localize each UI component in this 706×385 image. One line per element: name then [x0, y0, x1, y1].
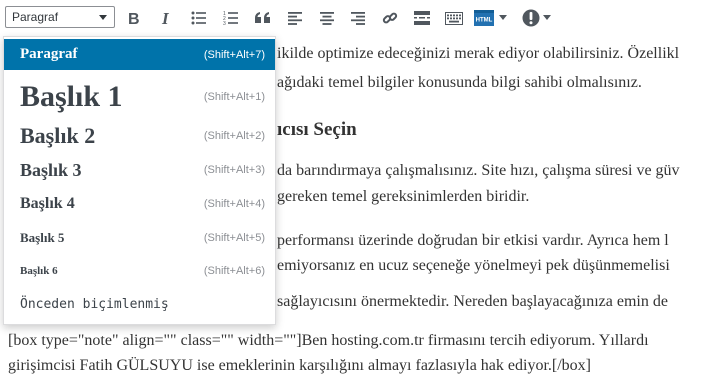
menu-item-label: Önceden biçimlenmiş: [20, 296, 169, 312]
menu-item-baslik-5[interactable]: Başlık 5 (Shift+Alt+5): [4, 223, 275, 253]
menu-item-label: Başlık 3: [20, 159, 82, 180]
link-button[interactable]: [378, 6, 402, 30]
menu-item-baslik-4[interactable]: Başlık 4 (Shift+Alt+4): [4, 189, 275, 219]
menu-item-shortcut: (Shift+Alt+1): [203, 91, 265, 103]
menu-item-baslik-2[interactable]: Başlık 2 (Shift+Alt+2): [4, 121, 275, 151]
format-select-value: Paragraf: [12, 10, 59, 24]
info-icon: [522, 9, 540, 27]
chevron-down-icon: [543, 15, 551, 20]
html-button[interactable]: HTML: [474, 6, 514, 30]
menu-item-baslik-3[interactable]: Başlık 3 (Shift+Alt+3): [4, 155, 275, 185]
blockquote-button[interactable]: [251, 6, 275, 30]
menu-item-shortcut: (Shift+Alt+6): [203, 265, 265, 277]
menu-item-label: Başlık 6: [20, 265, 58, 277]
html-icon: HTML: [474, 10, 494, 26]
svg-text:B: B: [128, 11, 140, 26]
menu-item-label: Paragraf: [20, 46, 78, 62]
menu-item-shortcut: (Shift+Alt+4): [203, 198, 265, 210]
paragraph-line: da barındırmaya çalışmalısınız. Site hız…: [277, 162, 680, 179]
paragraph-line: ağıdaki temel bilgiler konusunda bilgi s…: [277, 74, 642, 91]
paragraph-line: sağlayıcısını önermektedir. Nereden başl…: [277, 293, 668, 310]
menu-item-paragraf[interactable]: Paragraf (Shift+Alt+7): [4, 39, 275, 70]
menu-item-label: Başlık 5: [20, 230, 65, 245]
svg-text:HTML: HTML: [476, 18, 493, 24]
paragraph-line: performansı üzerinde doğrudan bir etkisi…: [277, 232, 669, 249]
menu-item-shortcut: (Shift+Alt+3): [203, 164, 265, 176]
format-dropdown-menu: Paragraf (Shift+Alt+7) Başlık 1 (Shift+A…: [3, 36, 276, 325]
numbered-list-button[interactable]: 1 2 3: [219, 6, 243, 30]
align-center-button[interactable]: [315, 6, 339, 30]
menu-item-label: Başlık 4: [20, 195, 75, 212]
paragraph-line: emiyorsanız en ucuz seçeneğe yönelmeyi p…: [277, 257, 670, 274]
paragraph-line: ikilde optimize edeceğinizi merak ediyor…: [277, 45, 680, 62]
menu-item-shortcut: (Shift+Alt+7): [203, 48, 265, 61]
bold-button[interactable]: B: [122, 6, 146, 30]
keyboard-icon: [445, 11, 463, 25]
format-select[interactable]: Paragraf: [5, 6, 115, 28]
italic-icon: I: [161, 10, 170, 26]
link-icon: [382, 12, 398, 24]
paragraph-line: [box type="note" align="" class="" width…: [8, 332, 649, 349]
menu-item-shortcut: (Shift+Alt+2): [203, 130, 265, 142]
chevron-down-icon: [99, 15, 107, 20]
read-more-icon: [414, 11, 430, 25]
keyboard-button[interactable]: [442, 6, 466, 30]
numbered-list-icon: 1 2 3: [223, 11, 238, 25]
align-right-button[interactable]: [346, 6, 370, 30]
paragraph-line: gereken temel gereksinimlerden biridir.: [277, 188, 530, 205]
menu-item-preformatted[interactable]: Önceden biçimlenmiş: [4, 289, 275, 319]
bullet-list-button[interactable]: [187, 6, 211, 30]
menu-item-label: Başlık 1: [20, 80, 123, 113]
menu-item-shortcut: (Shift+Alt+5): [203, 232, 265, 244]
paragraph-line: girişimcisi Fatih GÜLSUYU ise emeklerini…: [8, 357, 591, 374]
align-left-button[interactable]: [283, 6, 307, 30]
info-button[interactable]: [522, 6, 562, 30]
read-more-button[interactable]: [410, 6, 434, 30]
blockquote-icon: [255, 12, 270, 23]
italic-button[interactable]: I: [154, 6, 178, 30]
menu-item-baslik-1[interactable]: Başlık 1 (Shift+Alt+1): [4, 75, 275, 119]
svg-text:3: 3: [223, 21, 226, 25]
menu-item-baslik-6[interactable]: Başlık 6 (Shift+Alt+6): [4, 256, 275, 286]
align-left-icon: [288, 11, 302, 25]
align-right-icon: [351, 11, 365, 25]
bullet-list-icon: [191, 11, 206, 25]
svg-text:I: I: [161, 10, 170, 26]
editor-toolbar: Paragraf B I 1 2 3 HTML: [0, 0, 706, 36]
menu-item-label: Başlık 2: [20, 123, 96, 148]
content-heading: ıcısı Seçin: [277, 119, 357, 140]
chevron-down-icon: [499, 15, 507, 20]
bold-icon: B: [128, 11, 140, 26]
align-center-icon: [320, 11, 334, 25]
